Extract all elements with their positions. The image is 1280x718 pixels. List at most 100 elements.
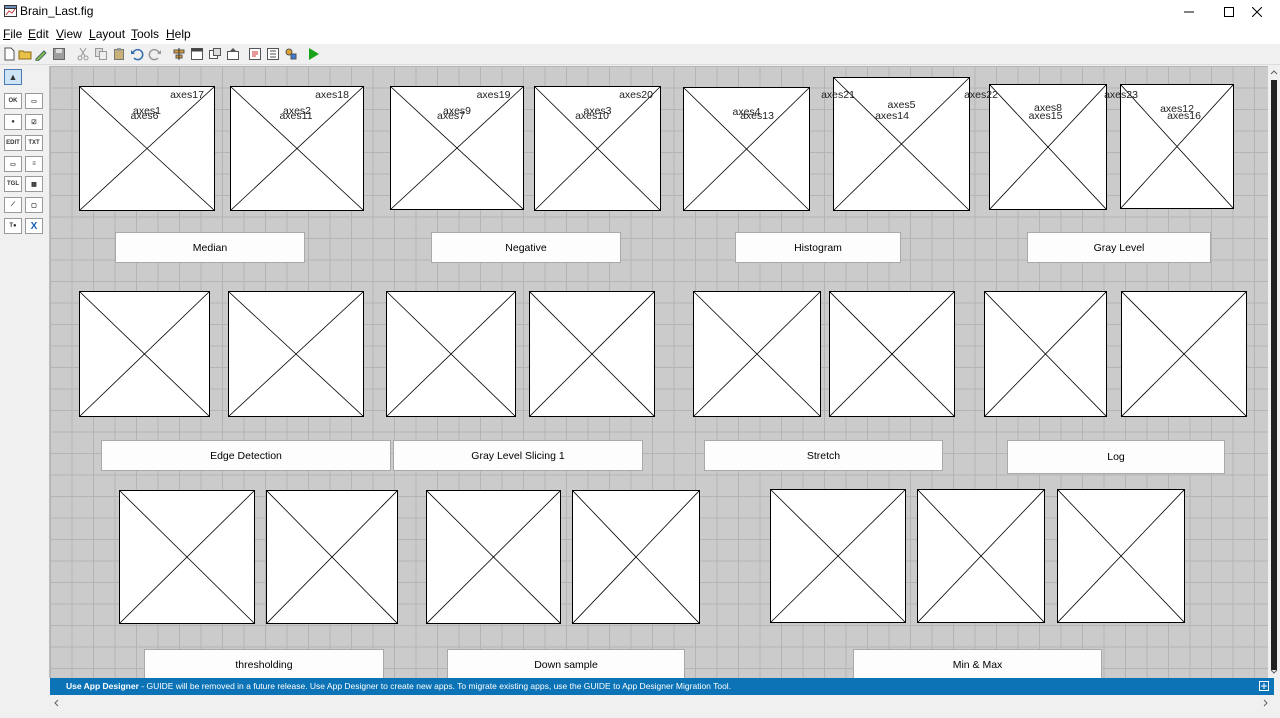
axes-placeholder-cross-icon xyxy=(1058,490,1184,622)
align-objects-icon[interactable] xyxy=(172,47,186,61)
axes-axes15[interactable]: axes15 xyxy=(984,110,1107,417)
open-folder-icon[interactable] xyxy=(18,47,32,61)
menu-file[interactable]: File xyxy=(3,27,22,41)
close-icon xyxy=(1252,7,1262,17)
axes-axes1[interactable]: axes1 xyxy=(79,86,215,211)
title-bar: Brain_Last.fig xyxy=(0,0,1280,24)
axes-axes16[interactable]: axes16 xyxy=(1121,110,1247,417)
paste-icon[interactable] xyxy=(112,47,126,61)
axes-tag-label: axes22 xyxy=(964,89,998,101)
axes-tag-label: axes16 xyxy=(1167,110,1201,122)
undo-icon[interactable] xyxy=(130,47,144,61)
edit-text-tool-icon[interactable]: EDIT xyxy=(4,135,22,151)
gray-level-button[interactable]: Gray Level xyxy=(1027,232,1211,263)
run-figure-icon[interactable] xyxy=(306,47,320,61)
menu-label-rest: elp xyxy=(174,27,191,41)
axes-axes2[interactable]: axes2 xyxy=(230,86,364,211)
axes-axes9[interactable]: axes9 xyxy=(390,86,524,210)
static-text-tool-icon[interactable]: TXT xyxy=(25,135,43,151)
menu-edit[interactable]: Edit xyxy=(28,27,49,41)
axes-tool-icon[interactable]: ⟋ xyxy=(4,197,22,213)
menu-tools[interactable]: Tools xyxy=(131,27,159,41)
panel-tool-icon[interactable]: ▢ xyxy=(25,197,43,213)
menu-layout[interactable]: Layout xyxy=(89,27,125,41)
scroll-left-icon[interactable] xyxy=(50,697,62,709)
scroll-up-icon[interactable] xyxy=(1268,66,1280,78)
axes-placeholder-cross-icon xyxy=(830,292,954,416)
axes-axes19[interactable]: axes19 xyxy=(426,89,561,624)
pushbutton-tool-icon[interactable]: OK xyxy=(4,93,22,109)
axes-tag-label: axes11 xyxy=(279,110,313,122)
select-tool-icon[interactable]: ▲ xyxy=(4,69,22,85)
axes-axes13[interactable]: axes13 xyxy=(693,110,821,417)
axes-tag-label: axes15 xyxy=(1028,110,1063,122)
toggle-tool-icon[interactable]: TGL xyxy=(4,176,22,192)
axes-axes14[interactable]: axes14 xyxy=(829,110,955,417)
stretch-button[interactable]: Stretch xyxy=(704,440,943,471)
editor-icon[interactable] xyxy=(248,47,262,61)
redo-icon[interactable] xyxy=(148,47,162,61)
activex-tool-icon[interactable]: X xyxy=(25,218,43,234)
vertical-scroll-thumb[interactable] xyxy=(1271,80,1277,670)
copy-icon[interactable] xyxy=(94,47,108,61)
axes-axes23[interactable]: axes23 xyxy=(1057,89,1185,623)
gray-level-slicing-1-button[interactable]: Gray Level Slicing 1 xyxy=(393,440,643,471)
scroll-down-icon[interactable] xyxy=(1268,666,1280,678)
menu-mnemonic: E xyxy=(28,27,37,41)
expand-icon[interactable] xyxy=(1259,681,1269,691)
cut-icon[interactable] xyxy=(76,47,90,61)
menu-help[interactable]: Help xyxy=(166,27,191,41)
scroll-right-icon[interactable] xyxy=(1260,697,1272,709)
axes-placeholder-cross-icon xyxy=(985,292,1106,416)
close-button[interactable] xyxy=(1234,0,1280,24)
save-icon[interactable] xyxy=(52,47,66,61)
down-sample-button[interactable]: Down sample xyxy=(447,649,685,678)
popup-tool-icon[interactable]: ▭ xyxy=(4,156,22,172)
axes-axes21[interactable]: axes21 xyxy=(770,89,906,623)
axes-axes17[interactable]: axes17 xyxy=(119,89,255,624)
menu-editor-icon[interactable] xyxy=(190,47,204,61)
axes-axes8[interactable]: axes8 xyxy=(989,84,1107,210)
thresholding-button[interactable]: thresholding xyxy=(144,649,384,678)
property-inspector-icon[interactable] xyxy=(34,47,48,61)
median-button[interactable]: Median xyxy=(115,232,305,263)
axes-tag-label: axes13 xyxy=(740,110,774,122)
buttongroup-tool-icon[interactable]: T● xyxy=(4,218,22,234)
min-max-button[interactable]: Min & Max xyxy=(853,649,1102,678)
log-button[interactable]: Log xyxy=(1007,440,1225,474)
table-tool-icon[interactable]: ▦ xyxy=(25,176,43,192)
axes-axes12[interactable]: axes12 xyxy=(1120,84,1234,209)
layout-canvas[interactable]: axes1 axes2 axes9 axes3 axes4 axes5 axes8 axes1… xyxy=(50,66,1268,678)
tab-order-editor-icon[interactable] xyxy=(208,47,222,61)
menu-view[interactable]: View xyxy=(56,27,82,41)
axes-axes6[interactable]: axes6 xyxy=(79,110,210,417)
new-file-icon[interactable] xyxy=(2,47,16,61)
listbox-tool-icon[interactable]: ≡ xyxy=(25,156,43,172)
axes-axes11[interactable]: axes11 xyxy=(228,110,364,417)
menu-bar: File Edit View Layout Tools Help xyxy=(0,24,1280,44)
checkbox-tool-icon[interactable]: ☑ xyxy=(25,114,43,130)
axes-axes18[interactable]: axes18 xyxy=(266,89,398,624)
property-inspector-icon[interactable] xyxy=(266,47,280,61)
axes-placeholder-cross-icon xyxy=(573,491,699,623)
axes-axes22[interactable]: axes22 xyxy=(917,89,1045,623)
axes-axes20[interactable]: axes20 xyxy=(572,89,700,624)
edge-detection-button[interactable]: Edge Detection xyxy=(101,440,391,471)
axes-tag-label: axes7 xyxy=(436,110,466,122)
axes-axes7[interactable]: axes7 xyxy=(386,110,516,417)
vertical-scrollbar[interactable] xyxy=(1268,66,1280,678)
toolbar-editor-icon[interactable] xyxy=(226,47,240,61)
axes-axes3[interactable]: axes3 xyxy=(534,86,661,211)
axes-placeholder-cross-icon xyxy=(771,490,905,622)
axes-axes10[interactable]: axes10 xyxy=(529,110,655,417)
menu-mnemonic: H xyxy=(166,27,175,41)
menu-mnemonic: L xyxy=(89,27,96,41)
axes-tag-label: axes21 xyxy=(821,89,855,101)
axes-axes4[interactable]: axes4 xyxy=(683,87,810,211)
slider-tool-icon[interactable]: ▭ xyxy=(25,93,43,109)
negative-button[interactable]: Negative xyxy=(431,232,621,263)
horizontal-scrollbar[interactable] xyxy=(50,695,1274,712)
object-browser-icon[interactable] xyxy=(284,47,298,61)
histogram-button[interactable]: Histogram xyxy=(735,232,901,263)
radio-tool-icon[interactable]: ● xyxy=(4,114,22,130)
